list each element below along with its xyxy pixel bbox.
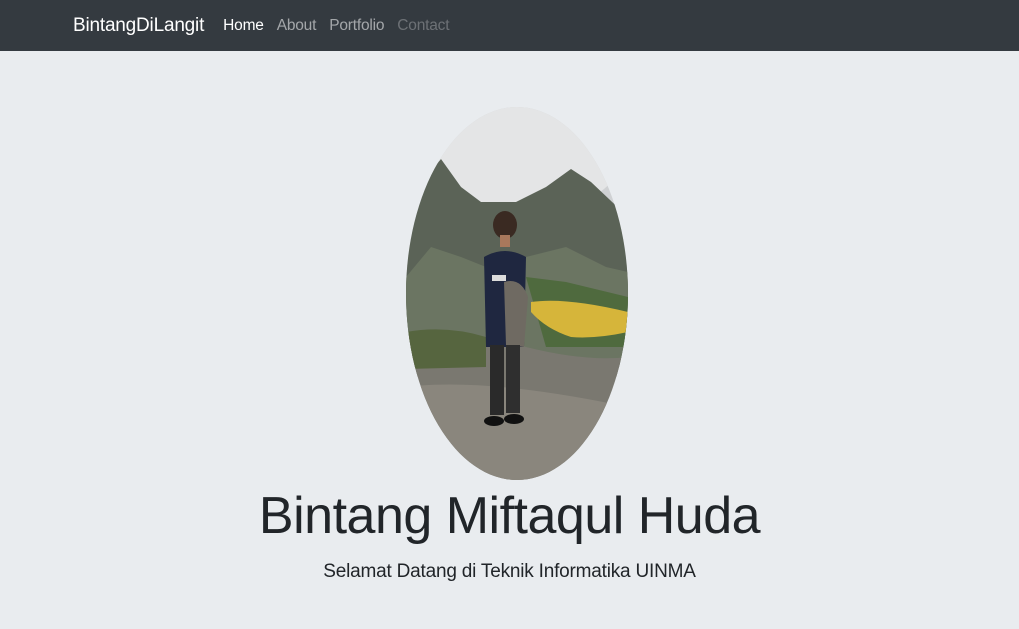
nav-link-about[interactable]: About xyxy=(277,17,317,35)
nav-link-home[interactable]: Home xyxy=(223,17,264,35)
hero-name: Bintang Miftaqul Huda xyxy=(258,487,761,545)
navbar-brand[interactable]: BintangDiLangit xyxy=(73,15,204,37)
profile-photo xyxy=(406,107,628,480)
nav-link-portfolio[interactable]: Portfolio xyxy=(329,17,384,35)
nav-link-contact: Contact xyxy=(397,16,450,34)
navbar: BintangDiLangit Home About Portfolio Con… xyxy=(0,0,1019,51)
hero-tagline: Selamat Datang di Teknik Informatika UIN… xyxy=(323,561,696,582)
jumbotron: Bintang Miftaqul Huda Selamat Datang di … xyxy=(0,51,1019,629)
profile-photo-illustration xyxy=(406,107,628,480)
